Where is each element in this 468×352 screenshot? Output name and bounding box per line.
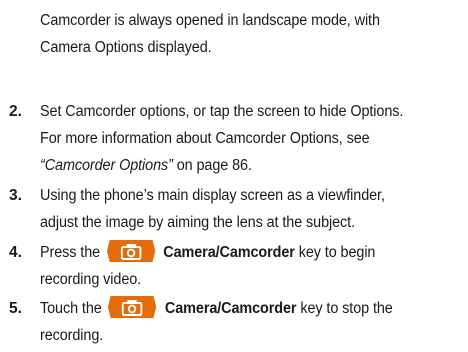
step-number: 3. (9, 187, 22, 204)
camera-key-icon (107, 295, 157, 319)
step-text-after-key: key to begin (294, 244, 376, 261)
step-line: Set Camcorder options, or tap the screen… (40, 103, 404, 120)
intro-paragraph: Camcorder is always opened in landscape … (40, 7, 435, 61)
step-text: Set Camcorder options, or tap the screen… (40, 98, 457, 179)
step-text-before-key: Press the (40, 244, 101, 261)
step-text: Using the phone’s main display screen as… (40, 182, 457, 236)
key-label: Camera/Camcorder (163, 244, 295, 261)
step-line: Press the Camera/Camcorder key to begin (40, 239, 457, 266)
step-line: Touch the Camera/Camcorder key to stop th… (40, 295, 457, 322)
manual-page: Camcorder is always opened in landscape … (0, 0, 468, 352)
step-line: For more information about Camcorder Opt… (40, 130, 370, 147)
page-reference: on page 86. (172, 157, 252, 174)
step-line: recording video. (40, 271, 142, 288)
camera-key-icon (106, 239, 156, 263)
step-text: Press the Camera/Camcorder key to begin r… (40, 239, 457, 293)
step-number: 2. (9, 103, 22, 120)
step-text: Touch the Camera/Camcorder key to stop th… (40, 295, 457, 349)
intro-line: Camcorder is always opened in landscape … (40, 12, 380, 29)
key-label: Camera/Camcorder (164, 300, 297, 317)
step-number: 4. (9, 244, 22, 261)
step-line: Using the phone’s main display screen as… (40, 187, 385, 204)
step-number: 5. (9, 300, 22, 317)
step-line: “Camcorder Options” on page 86. (40, 152, 457, 179)
intro-line: Camera Options displayed. (40, 39, 212, 56)
cross-reference-link[interactable]: “Camcorder Options” (40, 157, 173, 174)
step-text-before-key: Touch the (40, 300, 102, 317)
step-line: recording. (40, 327, 104, 344)
step-text-after-key: key to stop the (296, 300, 393, 317)
step-line: adjust the image by aiming the lens at t… (40, 214, 355, 231)
